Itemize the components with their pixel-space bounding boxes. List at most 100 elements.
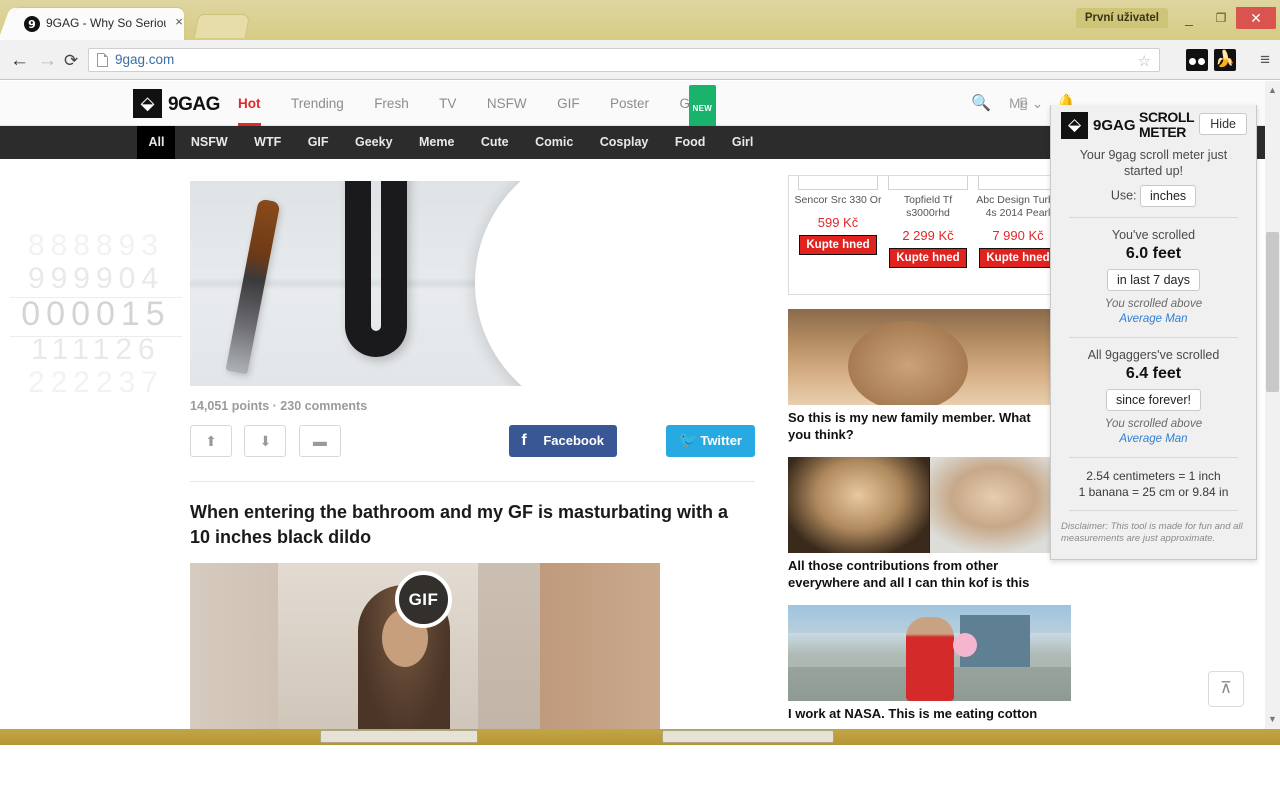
- ad-name: Topfield Tf s3000rhd: [903, 194, 953, 219]
- facebook-share-label: Facebook: [543, 433, 604, 448]
- category-meme[interactable]: Meme: [408, 126, 465, 159]
- sidebar-post-title-line2: everywhere and all I can thin kof is thi…: [788, 575, 1030, 590]
- nav-item-fresh[interactable]: Fresh: [361, 81, 422, 126]
- horizontal-scrollbar[interactable]: [0, 729, 1280, 745]
- user-menu[interactable]: Me ⌄: [1009, 81, 1043, 126]
- divider: [1069, 337, 1238, 338]
- you-compare-prefix: You scrolled above: [1104, 298, 1203, 310]
- all-scrolled-label: All 9gaggers've scrolled: [1087, 348, 1220, 362]
- sidebar-post[interactable]: All those contributions from other every…: [788, 457, 1073, 591]
- tab-strip: 9 9GAG - Why So Serious? × První uživate…: [0, 0, 1280, 40]
- sidebar-post-title-line1: So this is my new family member. What: [788, 410, 1031, 425]
- ad-buy-button[interactable]: Kupte hned: [889, 248, 967, 268]
- nav-item-poster[interactable]: Poster: [597, 81, 662, 126]
- browser-window: 9 9GAG - Why So Serious? × První uživate…: [0, 0, 1280, 800]
- category-nsfw[interactable]: NSFW: [180, 126, 239, 159]
- vertical-scrollbar[interactable]: ▲ ▼: [1265, 81, 1280, 729]
- category-cosplay[interactable]: Cosplay: [589, 126, 660, 159]
- search-icon[interactable]: 🔍: [962, 81, 1000, 126]
- scroll-meter-body: Your 9gag scroll meter just started up! …: [1051, 147, 1256, 545]
- twitter-icon: 🐦: [678, 432, 699, 449]
- scroll-meter-panel: ⬙ 9GAG SCROLL METER Hide Your 9gag scrol…: [1050, 105, 1257, 560]
- odometer-row-main: 000015: [21, 295, 171, 333]
- post-title[interactable]: When entering the bathroom and my GF is …: [190, 500, 750, 550]
- sidebar-post-title[interactable]: So this is my new family member. What yo…: [788, 409, 1071, 443]
- odometer-row-lower: 111126: [31, 333, 161, 366]
- ad-name: Sencor Src 330 Or: [794, 194, 882, 206]
- post-image-gif[interactable]: GIF: [190, 563, 660, 729]
- sidebar-post[interactable]: I work at NASA. This is me eating cotton: [788, 605, 1073, 722]
- profile-chip[interactable]: První uživatel: [1075, 8, 1168, 28]
- scroll-up-arrow-icon[interactable]: ▲: [1267, 85, 1278, 96]
- extension-icon-1[interactable]: [1186, 49, 1208, 71]
- nav-item-trending[interactable]: Trending: [278, 81, 357, 126]
- category-wtf[interactable]: WTF: [243, 126, 292, 159]
- minimize-button[interactable]: _: [1174, 7, 1204, 29]
- scroll-down-arrow-icon[interactable]: ▼: [1267, 714, 1278, 725]
- ad-item[interactable]: Topfield Tf s3000rhd 2 299 Kč Kupte hned: [883, 176, 973, 268]
- post-image-kitchen[interactable]: [190, 181, 660, 386]
- reload-icon[interactable]: ⟳: [64, 51, 78, 71]
- nav-item-tv[interactable]: TV: [426, 81, 469, 126]
- ad-item[interactable]: Sencor Src 330 Or 599 Kč Kupte hned: [793, 176, 883, 255]
- chrome-menu-icon[interactable]: ≡: [1260, 50, 1270, 70]
- sidebar-post[interactable]: So this is my new family member. What yo…: [788, 309, 1073, 443]
- all-period-select[interactable]: since forever!: [1105, 389, 1202, 411]
- scroll-meter-logo-icon: ⬙: [1061, 112, 1088, 139]
- category-gif[interactable]: GIF: [297, 126, 340, 159]
- back-icon[interactable]: ←: [10, 50, 29, 72]
- all-scrolled-value: 6.4 feet: [1125, 365, 1182, 382]
- forward-icon[interactable]: →: [38, 50, 57, 72]
- category-food[interactable]: Food: [664, 126, 717, 159]
- twitter-share-button[interactable]: 🐦 Twitter: [666, 425, 755, 457]
- scroll-meter-extension-icon[interactable]: 🍌: [1214, 49, 1236, 71]
- maximize-button[interactable]: ❐: [1206, 7, 1236, 29]
- category-all[interactable]: All: [137, 126, 176, 159]
- you-compare-link[interactable]: Average Man: [1119, 313, 1187, 325]
- bookmark-star-icon[interactable]: ☆: [1138, 52, 1151, 70]
- gif-play-badge[interactable]: GIF: [395, 571, 452, 628]
- scroll-meter-header: ⬙ 9GAG SCROLL METER Hide: [1051, 105, 1256, 147]
- ad-buy-button[interactable]: Kupte hned: [979, 248, 1057, 268]
- new-tab-button[interactable]: [193, 14, 251, 38]
- knife-shape: [225, 198, 281, 375]
- odometer-row-top: 888893: [27, 229, 165, 262]
- sidebar-post-title[interactable]: I work at NASA. This is me eating cotton: [788, 705, 1071, 722]
- you-period-select[interactable]: in last 7 days: [1107, 269, 1200, 291]
- category-cute[interactable]: Cute: [470, 126, 520, 159]
- sidebar-post-image[interactable]: [788, 605, 1071, 701]
- sidebar-post-image[interactable]: [788, 309, 1071, 405]
- scroll-to-top-button[interactable]: ⊼: [1208, 671, 1244, 707]
- upvote-button[interactable]: ⬆: [190, 425, 232, 457]
- ad-buy-button[interactable]: Kupte hned: [799, 235, 877, 255]
- gif-wall-right: [540, 563, 660, 729]
- facebook-share-button[interactable]: f Facebook: [509, 425, 617, 457]
- comment-button[interactable]: ▬: [298, 425, 341, 457]
- new-badge: NEW: [688, 85, 717, 132]
- close-tab-icon[interactable]: ×: [172, 15, 186, 29]
- nav-item-hot[interactable]: Hot: [225, 81, 274, 126]
- horizontal-scrollbar-thumb-1[interactable]: [320, 730, 478, 743]
- nav-item-game[interactable]: NEW Game: [667, 81, 730, 132]
- category-girl[interactable]: Girl: [721, 126, 765, 159]
- hide-button[interactable]: Hide: [1199, 113, 1247, 135]
- all-compare-link[interactable]: Average Man: [1119, 433, 1187, 445]
- you-scrolled-value: 6.0 feet: [1125, 245, 1182, 262]
- sidebar-post-title[interactable]: All those contributions from other every…: [788, 557, 1071, 591]
- downvote-button[interactable]: ⬇: [244, 425, 287, 457]
- horizontal-scrollbar-thumb-2[interactable]: [662, 730, 834, 743]
- nav-item-gif[interactable]: GIF: [544, 81, 593, 126]
- 9gag-logo-icon[interactable]: ⬙: [133, 89, 162, 118]
- unit-select[interactable]: inches: [1140, 185, 1197, 207]
- category-geeky[interactable]: Geeky: [344, 126, 404, 159]
- 9gag-wordmark[interactable]: 9GAG: [168, 94, 220, 116]
- vertical-scrollbar-thumb[interactable]: [1266, 232, 1279, 392]
- close-window-button[interactable]: ✕: [1236, 7, 1276, 29]
- category-comic[interactable]: Comic: [524, 126, 584, 159]
- nav-item-nsfw[interactable]: NSFW: [474, 81, 540, 126]
- address-bar[interactable]: 9gag.com ☆: [88, 48, 1160, 72]
- page-icon: [97, 53, 108, 67]
- url-text: 9gag.com: [115, 52, 175, 67]
- sidebar-post-image[interactable]: [788, 457, 1071, 553]
- chevron-down-icon: ⌄: [1031, 96, 1043, 111]
